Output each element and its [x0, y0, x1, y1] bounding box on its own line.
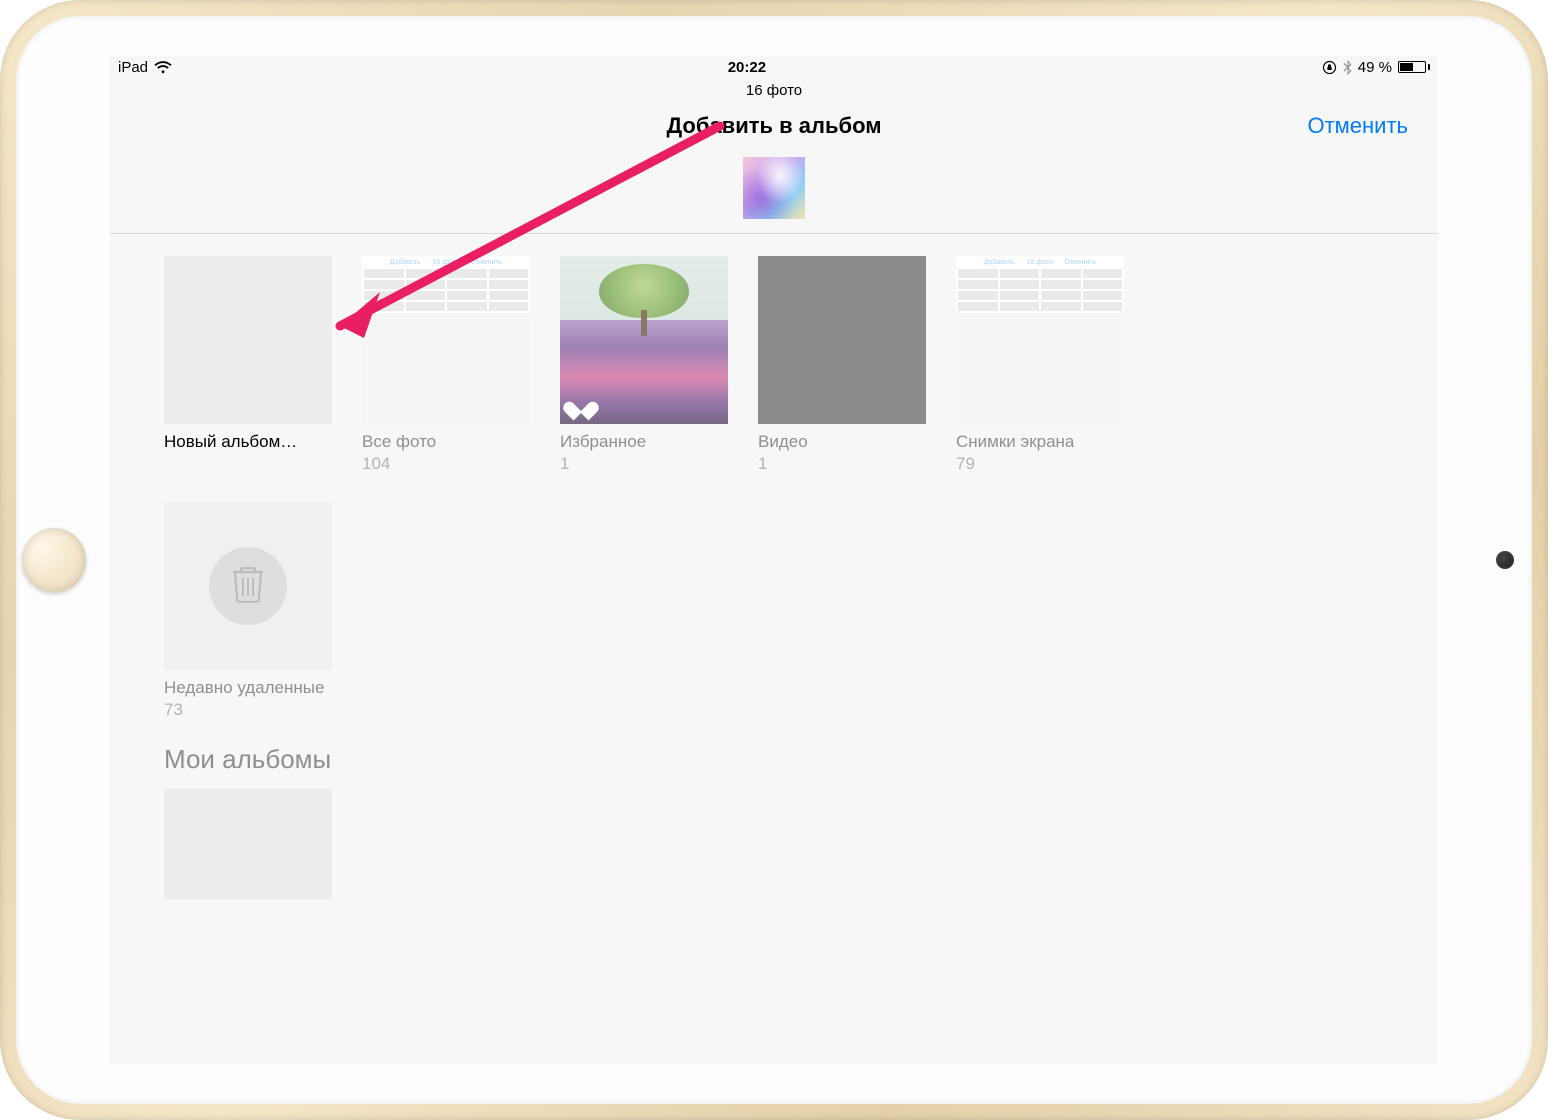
- album-picker: Новый альбом… Добавить 16 фото Отменить: [110, 234, 1438, 899]
- album-videos-label: Видео: [758, 432, 926, 452]
- album-favorites-count: 1: [560, 454, 728, 474]
- bluetooth-icon: [1343, 60, 1352, 75]
- album-new[interactable]: Новый альбом…: [164, 256, 332, 474]
- album-videos-count: 1: [758, 454, 926, 474]
- device-label: iPad: [118, 59, 148, 76]
- album-new-thumb: [164, 256, 332, 424]
- album-favorites-label: Избранное: [560, 432, 728, 452]
- album-all-photos: Добавить 16 фото Отменить Все фото 104: [362, 256, 530, 474]
- wifi-icon: [154, 61, 172, 74]
- section-my-albums: Мои альбомы: [164, 744, 1384, 775]
- album-all-photos-count: 104: [362, 454, 530, 474]
- album-new-label: Новый альбом…: [164, 432, 332, 452]
- front-camera: [1496, 551, 1514, 569]
- album-favorites-thumb: [560, 256, 728, 424]
- ipad-frame: iPad 20:22 49 % 16 фото Доб: [0, 0, 1548, 1120]
- battery-percent: 49 %: [1358, 59, 1392, 76]
- album-recently-deleted: Недавно удаленные 73: [164, 502, 332, 720]
- album-screenshots-label: Снимки экрана: [956, 432, 1124, 452]
- album-all-photos-label: Все фото: [362, 432, 530, 452]
- rotation-lock-icon: [1322, 60, 1337, 75]
- album-all-photos-thumb: Добавить 16 фото Отменить: [362, 256, 530, 424]
- screen: iPad 20:22 49 % 16 фото Доб: [110, 56, 1438, 1064]
- trash-icon: [231, 564, 265, 609]
- album-grid: Новый альбом… Добавить 16 фото Отменить: [164, 256, 1384, 720]
- album-recently-deleted-thumb: [164, 502, 332, 670]
- battery-icon: [1398, 61, 1430, 73]
- my-album-item[interactable]: [164, 789, 332, 899]
- album-videos: Видео 1: [758, 256, 926, 474]
- cancel-button[interactable]: Отменить: [1307, 113, 1408, 139]
- album-recently-deleted-label: Недавно удаленные: [164, 678, 332, 698]
- nav-bar: Добавить в альбом Отменить: [110, 99, 1438, 151]
- clock: 20:22: [728, 59, 766, 76]
- selected-photo-preview: [743, 157, 805, 219]
- album-recently-deleted-count: 73: [164, 700, 332, 720]
- status-bar: iPad 20:22 49 %: [110, 56, 1438, 78]
- home-button[interactable]: [22, 528, 86, 592]
- album-favorites: Избранное 1: [560, 256, 728, 474]
- selection-count: 16 фото: [110, 78, 1438, 99]
- page-title: Добавить в альбом: [110, 113, 1438, 139]
- album-screenshots: Добавить 19 фото Отменить Снимки экрана …: [956, 256, 1124, 474]
- album-screenshots-count: 79: [956, 454, 1124, 474]
- album-screenshots-thumb: Добавить 19 фото Отменить: [956, 256, 1124, 424]
- album-videos-thumb: [758, 256, 926, 424]
